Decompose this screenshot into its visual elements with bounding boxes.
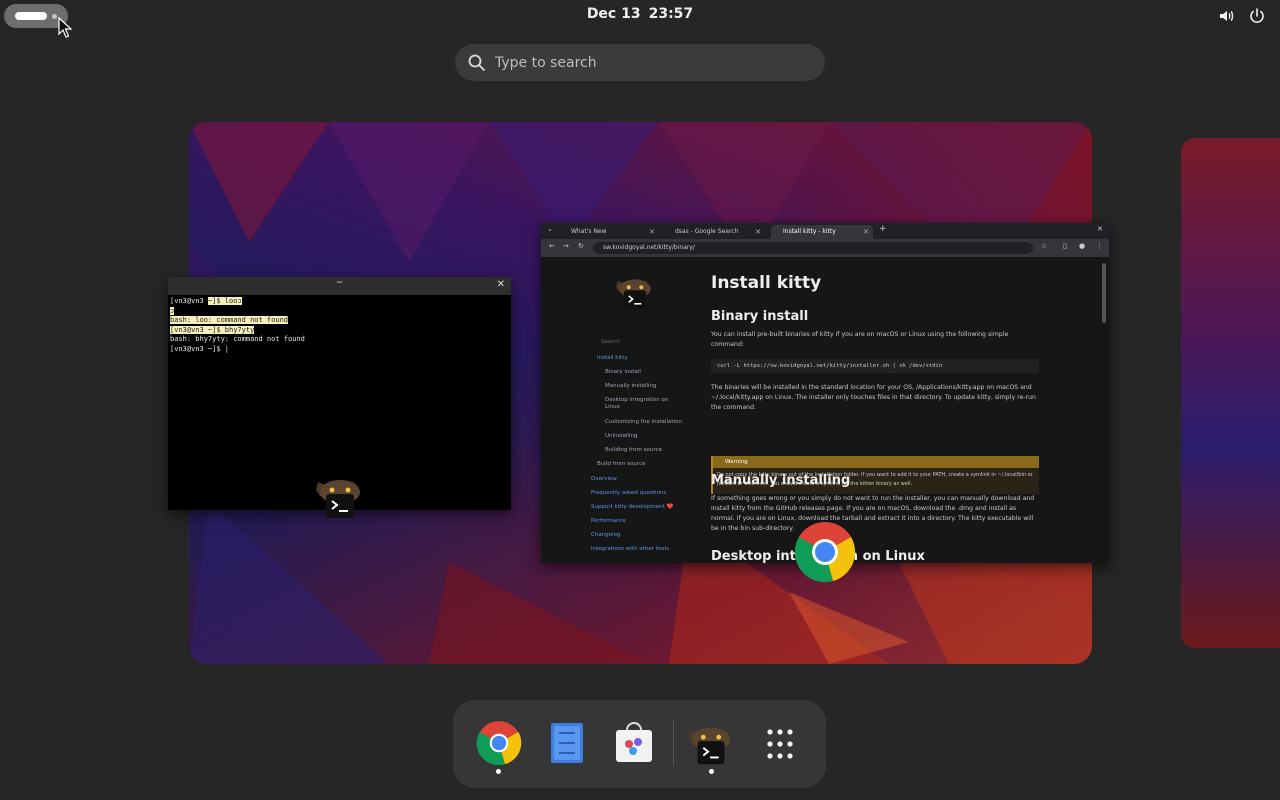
clock-time: 23:57 bbox=[648, 6, 694, 22]
clock-date: Dec 13 bbox=[586, 6, 641, 22]
tab-label: What's New bbox=[571, 228, 607, 235]
terminal-line: bash: bhy7yty: command not found bbox=[170, 335, 305, 343]
close-window-icon[interactable]: ✕ bbox=[1097, 225, 1103, 233]
sidebar-item[interactable]: Overview bbox=[591, 476, 617, 482]
sidebar-search[interactable]: Search bbox=[601, 339, 620, 345]
sidebar-item[interactable]: Desktop integration on bbox=[605, 397, 668, 403]
page-title: Install kitty bbox=[711, 273, 822, 293]
terminal-output: [vn3@vn3 ~]$ looɔ ɔ bash: loo: command not… bbox=[170, 297, 305, 354]
selected-text: ɔ bbox=[170, 306, 175, 315]
sidebar-item[interactable]: Changelog bbox=[591, 532, 620, 538]
text-editor-icon[interactable] bbox=[540, 716, 594, 770]
terminal-titlebar[interactable]: ~ ✕ bbox=[168, 277, 511, 295]
kitty-icon[interactable] bbox=[684, 716, 738, 770]
warning-label: Warning bbox=[713, 456, 1039, 468]
sidebar-item[interactable]: Linux bbox=[605, 404, 620, 410]
mouse-cursor-icon bbox=[58, 17, 72, 38]
clock[interactable]: Dec 13 23:57 bbox=[560, 6, 720, 22]
workspace-indicator-dot bbox=[52, 14, 57, 19]
volume-icon[interactable] bbox=[1218, 7, 1236, 25]
sidebar-item[interactable]: Integrations with other tools bbox=[591, 546, 669, 552]
sidebar-item[interactable]: Support kitty development ❤️ bbox=[591, 504, 673, 510]
paragraph-manual: If something goes wrong or you simply do… bbox=[711, 495, 1035, 532]
sidebar-item[interactable]: Binary install bbox=[605, 369, 641, 375]
sidebar-item[interactable]: Manually installing bbox=[605, 383, 657, 389]
forward-icon[interactable]: → bbox=[563, 242, 569, 250]
selected-text: ~]$ looɔ bbox=[207, 297, 242, 305]
chrome-window[interactable]: ⌄ What's New ✕ dsas - Google Search ✕ Inst… bbox=[541, 223, 1109, 563]
side-panel-icon[interactable]: ▯ bbox=[1063, 242, 1067, 250]
install-command[interactable]: curl -L https://sw.kovidgoyal.net/kitty/… bbox=[711, 359, 1039, 373]
sidebar-item[interactable]: Performance bbox=[591, 518, 626, 524]
browser-toolbar: ← → ↻ sw.kovidgoyal.net/kitty/binary/ ☆ … bbox=[541, 239, 1109, 257]
terminal-line: ɔ bbox=[170, 306, 305, 317]
heading-binary-install: Binary install bbox=[711, 309, 809, 324]
address-bar[interactable]: sw.kovidgoyal.net/kitty/binary/ bbox=[593, 242, 1033, 254]
running-indicator bbox=[496, 769, 501, 774]
close-icon[interactable]: ✕ bbox=[497, 279, 505, 290]
paragraph-binary: You can install pre-built binaries of ki… bbox=[711, 331, 1009, 348]
tab-label: dsas - Google Search bbox=[675, 228, 739, 235]
selected-text: [vn3@vn3 ~]$ bhy7yty bbox=[170, 325, 255, 334]
paragraph-location: The binaries will be installed in the st… bbox=[711, 384, 1036, 411]
bookmark-star-icon[interactable]: ☆ bbox=[1041, 242, 1047, 250]
terminal-line: [vn3@vn3 ~]$ | bbox=[170, 344, 230, 353]
power-icon[interactable] bbox=[1248, 7, 1266, 25]
docs-sidebar: Search Install kitty Binary install Manual… bbox=[581, 257, 693, 563]
terminal-title: ~ bbox=[335, 278, 344, 288]
running-indicator bbox=[709, 769, 714, 774]
chrome-app-icon bbox=[794, 522, 856, 583]
terminal-line: [vn3@vn3 ~]$ bhy7yty bbox=[170, 325, 305, 336]
back-icon[interactable]: ← bbox=[549, 242, 555, 250]
profile-icon[interactable]: ● bbox=[1079, 242, 1085, 250]
dock-separator bbox=[673, 720, 674, 766]
new-tab-icon[interactable]: + bbox=[879, 224, 887, 234]
sidebar-item[interactable]: Customizing the installation bbox=[605, 419, 682, 425]
search-input[interactable] bbox=[495, 51, 805, 75]
terminal-line: bash: loo: command not found bbox=[170, 316, 305, 326]
sidebar-item[interactable]: Uninstalling bbox=[605, 433, 637, 439]
next-workspace-thumbnail[interactable] bbox=[1181, 138, 1280, 648]
scrollbar[interactable] bbox=[1102, 263, 1106, 323]
search-icon bbox=[468, 54, 485, 71]
close-tab-icon[interactable]: ✕ bbox=[755, 225, 761, 239]
selected-text: bash: loo: command not found bbox=[170, 316, 289, 324]
heading-manually-installing: Manually installing bbox=[711, 473, 851, 488]
tab-label: Install kitty - kitty bbox=[783, 228, 836, 235]
kitty-app-icon bbox=[316, 480, 360, 518]
system-tray[interactable] bbox=[1218, 7, 1266, 25]
search-bar[interactable] bbox=[455, 44, 825, 81]
chrome-icon[interactable] bbox=[472, 716, 526, 770]
menu-icon[interactable]: ⋮ bbox=[1096, 242, 1103, 250]
kitty-logo-icon bbox=[616, 279, 651, 310]
sidebar-item[interactable]: Install kitty bbox=[597, 355, 628, 361]
terminal-line: [vn3@vn3 ~]$ looɔ bbox=[170, 297, 242, 305]
tab-google-search[interactable]: dsas - Google Search ✕ bbox=[663, 225, 765, 239]
dash bbox=[453, 700, 826, 788]
tab-strip: ⌄ What's New ✕ dsas - Google Search ✕ Inst… bbox=[541, 223, 1109, 239]
sidebar-item[interactable]: Build from source bbox=[597, 461, 645, 467]
show-apps-icon[interactable] bbox=[753, 716, 807, 770]
tab-install-kitty[interactable]: Install kitty - kitty ✕ bbox=[771, 225, 873, 239]
top-bar: Dec 13 23:57 bbox=[0, 0, 1280, 32]
close-tab-icon[interactable]: ✕ bbox=[863, 225, 869, 239]
gnome-overview: Dec 13 23:57 Type to search ~ ✕ [vn3@vn3… bbox=[0, 0, 1280, 800]
tab-whats-new[interactable]: What's New ✕ bbox=[559, 225, 659, 239]
sidebar-item[interactable]: Frequently asked questions bbox=[591, 490, 666, 496]
reload-icon[interactable]: ↻ bbox=[578, 242, 584, 250]
tab-list-icon[interactable]: ⌄ bbox=[547, 225, 553, 233]
close-tab-icon[interactable]: ✕ bbox=[649, 225, 655, 239]
sidebar-item[interactable]: Building from source bbox=[605, 447, 662, 453]
web-page: Search Install kitty Binary install Manual… bbox=[541, 257, 1109, 563]
software-icon[interactable] bbox=[607, 716, 661, 770]
active-workspace-indicator bbox=[15, 12, 47, 20]
